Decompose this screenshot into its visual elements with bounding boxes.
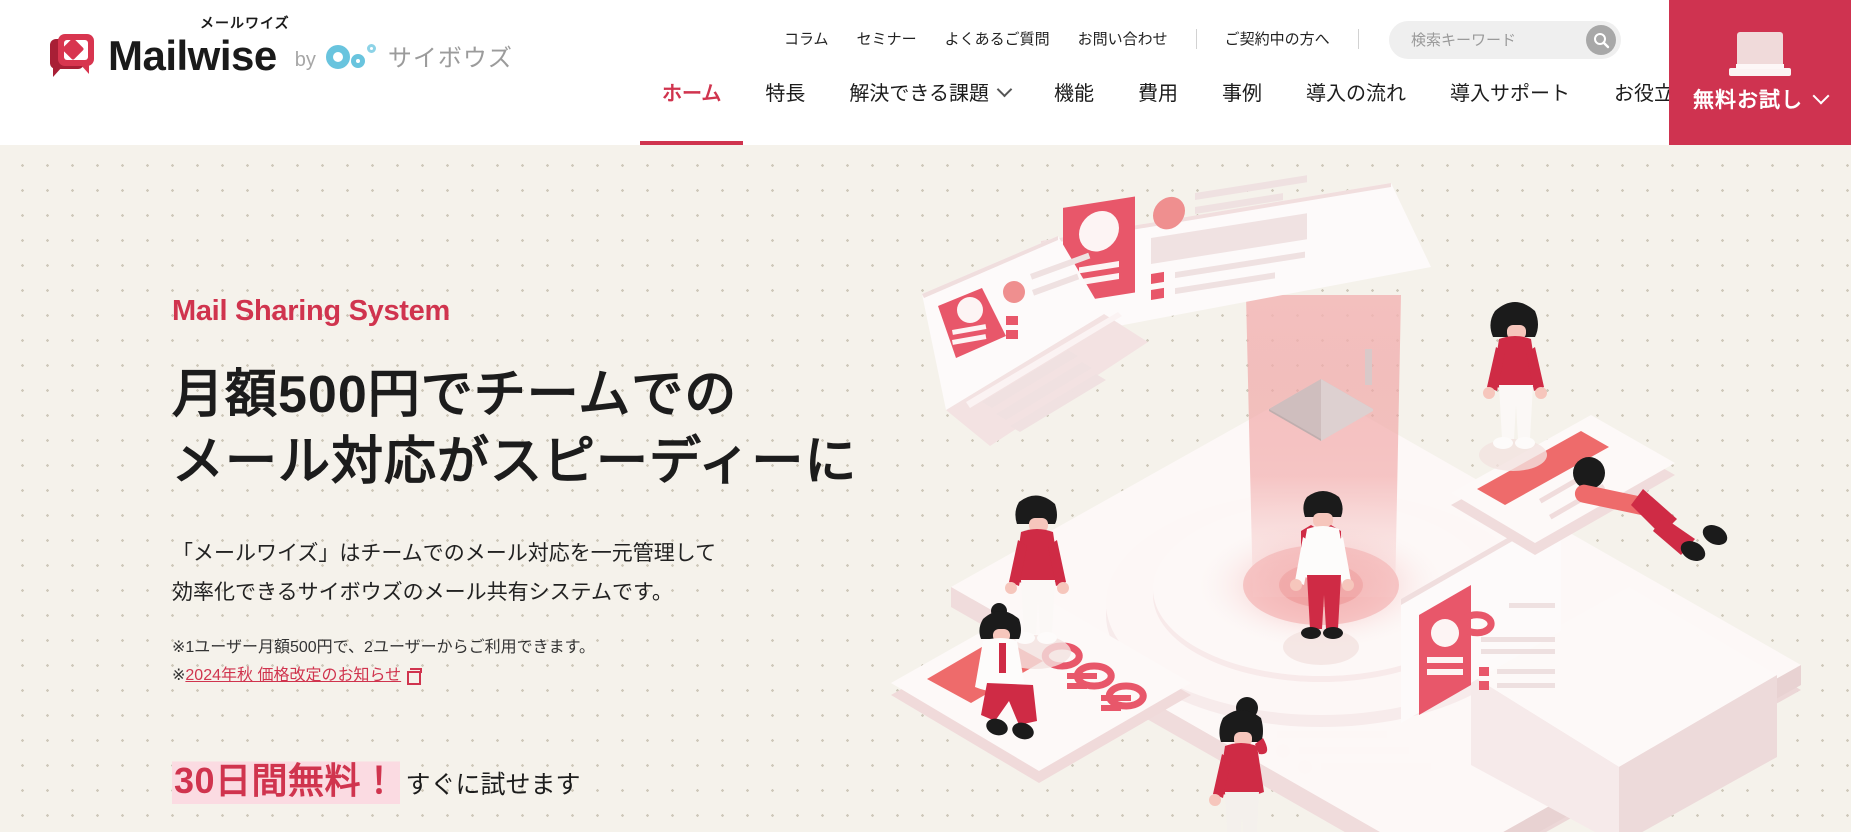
nav-item-home-label: ホーム	[662, 83, 722, 105]
cybozu-name: サイボウズ	[387, 45, 513, 72]
logo-wordmark: Mailwise	[108, 32, 277, 79]
laptop-icon	[1729, 31, 1791, 76]
cybozu-circles-icon	[325, 43, 382, 73]
nav-item-functions-label: 機能	[1054, 83, 1095, 105]
search-input[interactable]	[1389, 31, 1564, 49]
price-revision-link[interactable]: 2024年秋 価格改定のお知らせ	[185, 667, 401, 684]
hero-lede-line1: 「メールワイズ」はチームでのメール対応を一元管理して	[172, 542, 717, 565]
utility-nav-item-contact[interactable]: お問い合わせ	[1064, 24, 1182, 53]
chevron-down-icon	[996, 81, 1013, 98]
free-trial-cta-label-wrap: 無料お試し	[1693, 84, 1830, 114]
nav-item-cases[interactable]: 事例	[1200, 77, 1284, 145]
hero-headline-line1: 月額500円でチームでの	[172, 366, 738, 424]
utility-nav-item-customers[interactable]: ご契約中の方へ	[1211, 24, 1344, 53]
nav-item-support-label: 導入サポート	[1450, 83, 1571, 105]
hero-note-link-row: ※2024年秋 価格改定のお知らせ	[172, 662, 892, 690]
utility-nav-item-column[interactable]: コラム	[770, 24, 843, 53]
hero-headline-line2: メール対応がスピーディーに	[172, 433, 858, 491]
nav-item-functions[interactable]: 機能	[1032, 77, 1116, 145]
nav-item-flow-label: 導入の流れ	[1306, 83, 1407, 105]
search-box[interactable]	[1389, 21, 1621, 59]
hero-trial-rest: すぐに試せます	[405, 771, 581, 799]
hero-trial-row: 30日間無料！ すぐに試せます	[172, 752, 892, 804]
cybozu-logo[interactable]: サイボウズ	[325, 38, 513, 79]
external-link-icon	[407, 668, 423, 685]
nav-item-pricing-label: 費用	[1138, 83, 1179, 105]
isometric-team-mail-illustration	[791, 145, 1851, 832]
nav-item-cases-label: 事例	[1222, 83, 1263, 105]
site-header: メールワイズ Mailwise by サイボウズ コラム セミナー よくあるご質…	[0, 0, 1851, 145]
hero-headline: 月額500円でチームでの メール対応がスピーディーに	[172, 362, 892, 496]
nav-item-flow[interactable]: 導入の流れ	[1284, 77, 1428, 145]
free-trial-cta-button[interactable]: 無料お試し	[1669, 0, 1851, 145]
utility-nav-divider-2	[1357, 28, 1359, 49]
hero-lede-line2: 効率化できるサイボウズのメール共有システムです。	[172, 581, 673, 604]
search-icon[interactable]	[1586, 25, 1616, 55]
hero-section: Mail Sharing System 月額500円でチームでの メール対応がス…	[0, 145, 1851, 832]
logo-text: メールワイズ Mailwise	[108, 15, 289, 79]
nav-item-features-label: 特長	[765, 83, 806, 105]
nav-item-pricing[interactable]: 費用	[1116, 77, 1200, 145]
utility-nav-divider	[1195, 28, 1197, 49]
mail-bubble-icon	[50, 33, 96, 79]
nav-item-features[interactable]: 特長	[743, 77, 827, 145]
hero-eyebrow: Mail Sharing System	[172, 295, 450, 327]
free-trial-cta-label: 無料お試し	[1693, 88, 1803, 112]
utility-nav: コラム セミナー よくあるご質問 お問い合わせ ご契約中の方へ	[770, 24, 1373, 53]
hero-lede: 「メールワイズ」はチームでのメール対応を一元管理して 効率化できるサイボウズのメ…	[172, 534, 892, 612]
logo-kana: メールワイズ	[200, 15, 290, 31]
chevron-down-icon	[1812, 87, 1830, 105]
main-nav: ホーム 特長 解決できる課題 機能 費用 事例 導入の流れ 導入サポート お役立…	[640, 77, 1756, 145]
utility-nav-item-seminar[interactable]: セミナー	[843, 24, 931, 53]
hero-trial-highlight: 30日間無料！	[172, 752, 400, 804]
hero-note-prefix: ※	[172, 667, 186, 684]
site-logo[interactable]: メールワイズ Mailwise by サイボウズ	[50, 15, 513, 79]
hero-notes: ※1ユーザー月額500円で、2ユーザーからご利用できます。 ※2024年秋 価格…	[172, 634, 892, 690]
nav-item-issues-label: 解決できる課題	[849, 83, 990, 105]
nav-item-home[interactable]: ホーム	[640, 77, 744, 145]
nav-item-issues[interactable]: 解決できる課題	[827, 77, 1032, 145]
utility-nav-item-faq[interactable]: よくあるご質問	[931, 24, 1064, 53]
nav-item-support[interactable]: 導入サポート	[1428, 77, 1592, 145]
logo-by-label: by	[294, 49, 316, 71]
hero-copy: Mail Sharing System 月額500円でチームでの メール対応がス…	[172, 295, 892, 804]
hero-note-pricing: ※1ユーザー月額500円で、2ユーザーからご利用できます。	[172, 639, 596, 656]
